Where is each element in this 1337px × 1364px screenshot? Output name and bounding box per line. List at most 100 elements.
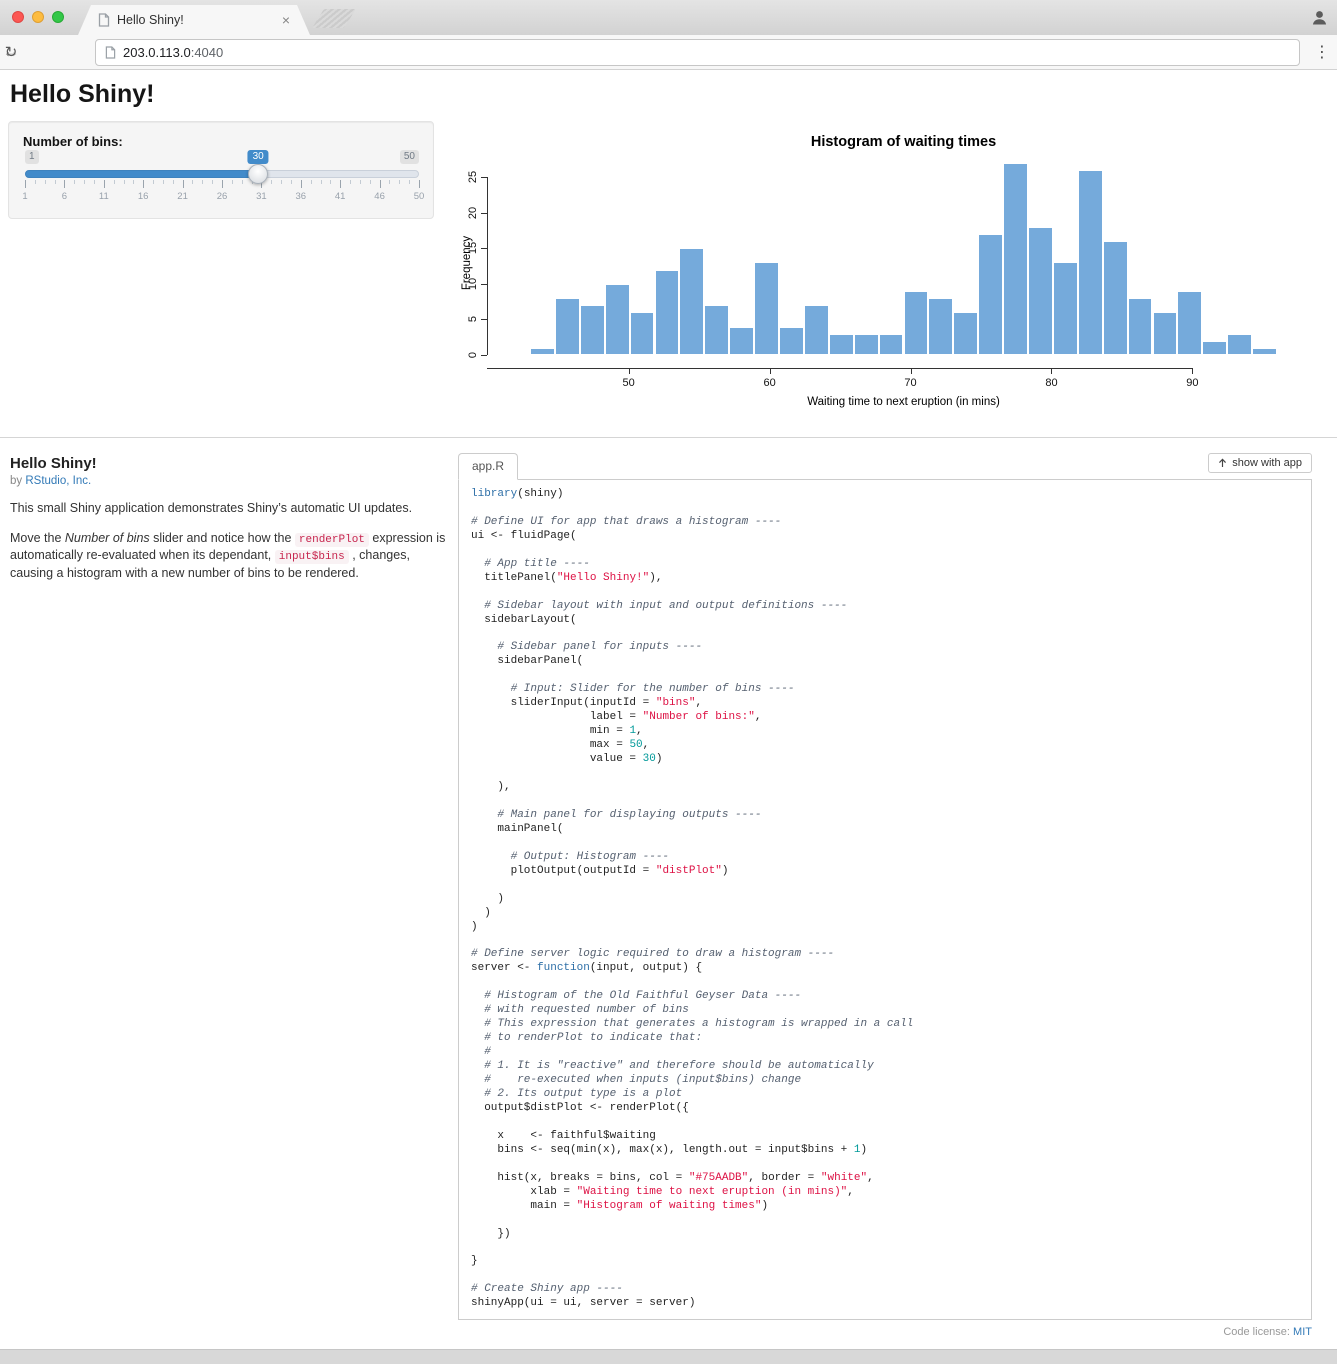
- slider-grid-minor-tick: [242, 180, 243, 184]
- tab-title: Hello Shiny!: [117, 13, 275, 27]
- text-segment: Number of bins: [65, 531, 150, 545]
- slider-grid-label: 31: [256, 191, 267, 202]
- slider-grid-minor-tick: [291, 180, 292, 184]
- x-axis-tick: [770, 368, 771, 374]
- slider-grid-label: 50: [414, 191, 425, 202]
- histogram-bar: [854, 334, 879, 355]
- plot-title: Histogram of waiting times: [530, 134, 1277, 150]
- shiny-app: Hello Shiny! Number of bins: 1 50 30 161…: [0, 70, 1337, 437]
- x-axis-tick-label: 80: [1036, 377, 1066, 389]
- browser-chrome: Hello Shiny! × ← → ↻ 203.0.113.0:4040 ⋮: [0, 0, 1337, 70]
- slider-grid-minor-tick: [360, 180, 361, 184]
- histogram-bar: [580, 305, 605, 355]
- slider-grid-label: 6: [62, 191, 67, 202]
- slider-grid-minor-tick: [311, 180, 312, 184]
- slider-grid-label: 21: [177, 191, 188, 202]
- tab-app-r[interactable]: app.R: [458, 453, 518, 480]
- histogram-bar: [928, 298, 953, 355]
- slider-grid-minor-tick: [389, 180, 390, 184]
- histogram-bar: [1153, 312, 1178, 355]
- slider-grid-minor-tick: [350, 180, 351, 184]
- slider-grid-tick: [64, 180, 65, 188]
- close-window-button[interactable]: [12, 11, 24, 23]
- tab-bar: Hello Shiny! ×: [0, 0, 1337, 35]
- code-panel: app.R show with app library(shiny) # Def…: [458, 453, 1312, 1338]
- histogram-bar: [978, 234, 1003, 355]
- histogram-bar: [555, 298, 580, 355]
- histogram-bar: [879, 334, 904, 355]
- histogram-bar: [729, 327, 754, 355]
- license-link[interactable]: MIT: [1293, 1326, 1312, 1338]
- x-axis-tick: [1192, 368, 1193, 374]
- show-with-app-button[interactable]: show with app: [1208, 453, 1312, 473]
- byline: by RStudio, Inc.: [10, 475, 450, 487]
- histogram-bar: [1202, 341, 1227, 355]
- histogram-bar: [1053, 262, 1078, 355]
- minimize-window-button[interactable]: [32, 11, 44, 23]
- inline-code: renderPlot: [295, 533, 369, 547]
- url-port: :4040: [191, 45, 224, 60]
- slider-grid-minor-tick: [94, 180, 95, 184]
- new-tab-button[interactable]: [312, 9, 356, 28]
- slider-grid-minor-tick: [74, 180, 75, 184]
- slider-value-bubble: 30: [248, 150, 269, 164]
- slider-grid-tick: [25, 180, 26, 188]
- slider-grid-label: 1: [22, 191, 27, 202]
- y-axis-tick: [481, 284, 487, 285]
- x-axis-tick-label: 60: [755, 377, 785, 389]
- slider-grid-tick: [104, 180, 105, 188]
- y-axis-tick: [481, 248, 487, 249]
- zoom-window-button[interactable]: [52, 11, 64, 23]
- description-paragraph-2: Move the Number of bins slider and notic…: [10, 531, 450, 582]
- browser-tab[interactable]: Hello Shiny! ×: [78, 5, 310, 35]
- browser-menu-icon[interactable]: ⋮: [1314, 42, 1330, 62]
- histogram-bar: [1003, 163, 1028, 355]
- showcase-section: Hello Shiny! by RStudio, Inc. This small…: [0, 438, 1337, 1349]
- bins-slider[interactable]: 1 50 30 16111621263136414650: [25, 149, 419, 211]
- window-controls: [12, 11, 64, 23]
- slider-grid-minor-tick: [409, 180, 410, 184]
- show-with-app-label: show with app: [1232, 457, 1302, 469]
- slider-grid-label: 36: [296, 191, 307, 202]
- text-segment: Move the: [10, 531, 65, 545]
- slider-grid-label: 46: [374, 191, 385, 202]
- histogram-bar: [1177, 291, 1202, 355]
- histogram-bar: [1028, 227, 1053, 355]
- slider-grid-label: 26: [217, 191, 228, 202]
- y-axis-tick-label: 15: [467, 233, 479, 263]
- y-axis-tick: [481, 177, 487, 178]
- tab-close-icon[interactable]: ×: [282, 13, 290, 27]
- rstudio-link[interactable]: RStudio, Inc.: [25, 475, 91, 487]
- histogram-bar: [1227, 334, 1252, 355]
- slider-grid-minor-tick: [133, 180, 134, 184]
- x-axis-tick: [911, 368, 912, 374]
- browser-toolbar: ← → ↻ 203.0.113.0:4040 ⋮: [0, 35, 1337, 70]
- slider-min-label: 1: [25, 150, 39, 164]
- slider-handle[interactable]: [248, 164, 268, 184]
- x-axis-tick-label: 90: [1177, 377, 1207, 389]
- description-heading: Hello Shiny!: [10, 455, 450, 472]
- slider-grid-minor-tick: [330, 180, 331, 184]
- slider-grid-tick: [183, 180, 184, 188]
- histogram-bar: [655, 270, 680, 355]
- slider-grid-minor-tick: [202, 180, 203, 184]
- slider-grid-minor-tick: [232, 180, 233, 184]
- slider-grid: 16111621263136414650: [25, 180, 419, 206]
- text-segment: slider and notice how the: [150, 531, 295, 545]
- y-axis-tick-label: 0: [467, 340, 479, 370]
- profile-avatar-icon[interactable]: [1311, 9, 1328, 26]
- reload-button[interactable]: ↻: [0, 43, 22, 61]
- slider-bar-fill: [25, 170, 258, 178]
- slider-grid-minor-tick: [153, 180, 154, 184]
- y-axis-tick-label: 25: [467, 162, 479, 192]
- slider-label: Number of bins:: [23, 134, 123, 149]
- histogram-bar: [829, 334, 854, 355]
- x-axis-tick: [629, 368, 630, 374]
- slider-grid-minor-tick: [370, 180, 371, 184]
- histogram-bar: [754, 262, 779, 355]
- slider-grid-tick: [419, 180, 420, 188]
- address-bar[interactable]: 203.0.113.0:4040: [95, 39, 1300, 66]
- slider-grid-minor-tick: [35, 180, 36, 184]
- histogram-bar: [1252, 348, 1277, 355]
- histogram-bar: [679, 248, 704, 355]
